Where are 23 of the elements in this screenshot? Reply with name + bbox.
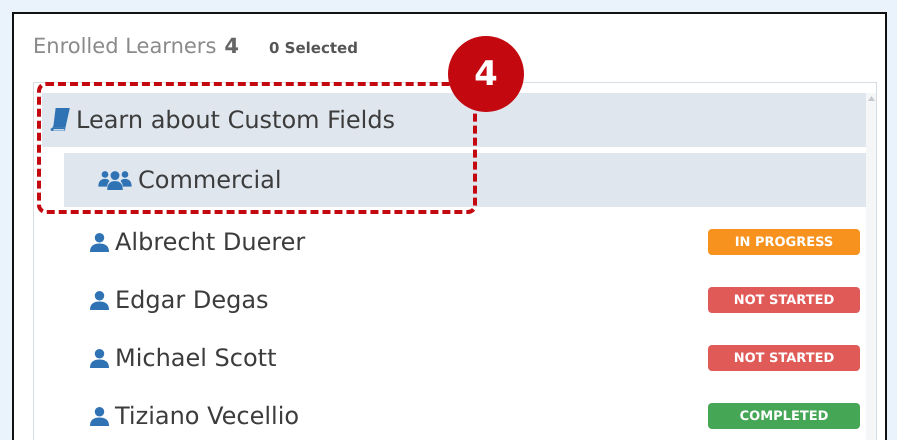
group-row[interactable]: Commercial	[64, 153, 866, 207]
book-icon	[50, 108, 70, 132]
list-title: Enrolled Learners	[33, 34, 216, 58]
scrollbar[interactable]	[866, 93, 876, 440]
scroll-up-icon[interactable]	[868, 96, 874, 101]
callout-number: 4	[448, 36, 524, 112]
group-name: Commercial	[138, 166, 282, 194]
user-icon	[90, 348, 109, 368]
user-icon	[90, 290, 109, 310]
learner-name[interactable]: Michael Scott	[115, 344, 276, 372]
learner-count: 4	[224, 34, 240, 58]
status-badge: NOT STARTED	[708, 287, 860, 313]
course-row[interactable]: Learn about Custom Fields	[42, 93, 866, 147]
user-icon	[90, 232, 109, 252]
selected-count: 0 Selected	[269, 39, 358, 57]
user-icon	[90, 406, 109, 426]
learner-name[interactable]: Edgar Degas	[115, 286, 269, 314]
learner-name[interactable]: Tiziano Vecellio	[115, 402, 300, 430]
status-badge: COMPLETED	[708, 403, 860, 429]
course-title: Learn about Custom Fields	[76, 106, 396, 134]
status-badge: NOT STARTED	[708, 345, 860, 371]
learner-name[interactable]: Albrecht Duerer	[115, 228, 306, 256]
status-badge: IN PROGRESS	[708, 229, 860, 255]
